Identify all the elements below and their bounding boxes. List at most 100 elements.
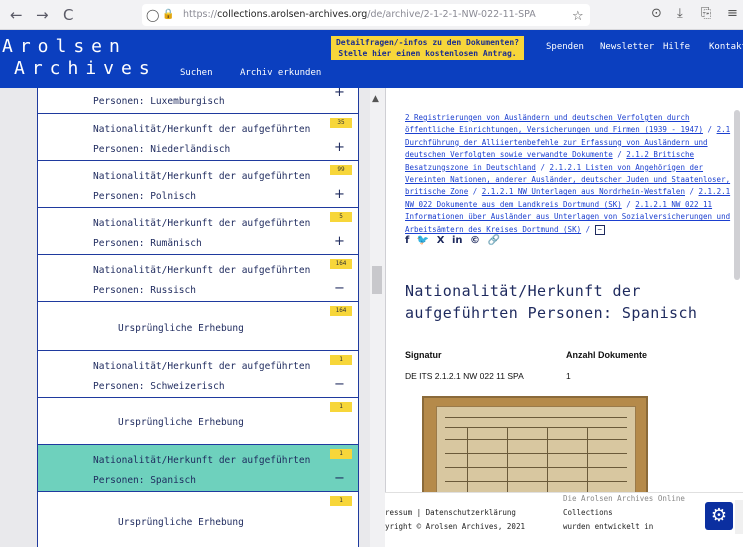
address-bar[interactable]: ◯ 🔒 https://collections.arolsen-archives…: [142, 4, 590, 26]
count-badge: 164: [330, 259, 352, 269]
tree-row-luxemburgisch[interactable]: Personen: Luxemburgisch +: [38, 88, 358, 114]
bookmark-star-icon[interactable]: ☆: [572, 9, 584, 24]
link-spenden[interactable]: Spenden: [546, 42, 584, 52]
archive-tree-panel: Personen: Luxemburgisch + 35 Nationalitä…: [0, 88, 385, 547]
tree-row-label: Personen: Spanisch: [93, 475, 196, 486]
download-icon[interactable]: ⤓: [677, 6, 683, 22]
tree-row-niederlaendisch[interactable]: 35 Nationalität/Herkunft der aufgeführte…: [38, 114, 358, 161]
breadcrumb-sep: /: [581, 224, 595, 234]
signatur-value: DE ITS 2.1.2.1 NW 022 11 SPA: [405, 371, 524, 381]
footer-collections: Collections: [563, 508, 613, 517]
collapse-breadcrumb-icon[interactable]: −: [594, 224, 605, 235]
tree-sub-label: Ursprüngliche Erhebung: [118, 417, 244, 428]
tree-row-label: Personen: Niederländisch: [93, 144, 231, 155]
nav-suchen[interactable]: Suchen: [180, 68, 213, 78]
signatur-label: Signatur: [405, 350, 442, 360]
back-button[interactable]: ←: [10, 6, 23, 24]
notice-line-2: Stelle hier einen kostenlosen Antrag.: [338, 49, 517, 58]
link-kontakt[interactable]: Kontakt: [709, 42, 743, 52]
count-badge: 1: [330, 402, 352, 412]
tree-scrollbar[interactable]: [370, 88, 385, 547]
tree-sub-spanisch-erhebung[interactable]: 1 Ursprüngliche Erhebung: [38, 492, 358, 547]
link-newsletter[interactable]: Newsletter: [600, 42, 654, 52]
tree-sub-label: Ursprüngliche Erhebung: [118, 517, 244, 528]
share-icon[interactable]: ⎘: [701, 6, 711, 22]
footer-impressum-link[interactable]: ressum | Datenschutzerklärung: [385, 507, 516, 519]
breadcrumb-sep: /: [621, 199, 636, 209]
breadcrumb-sep: /: [703, 125, 717, 135]
request-notice[interactable]: Detailfragen/-infos zu den Dokumenten? S…: [331, 36, 524, 60]
tree-row-label: Personen: Luxemburgisch: [93, 96, 225, 107]
tree-row-label: Nationalität/Herkunft der aufgeführten: [93, 218, 311, 229]
count-badge: 35: [330, 118, 352, 128]
tree-row-spanisch[interactable]: 1 Nationalität/Herkunft der aufgeführten…: [38, 445, 358, 492]
tree-sub-russisch-erhebung[interactable]: 164 Ursprüngliche Erhebung: [38, 302, 358, 351]
breadcrumb-sep: /: [535, 162, 550, 172]
nav-archiv-erkunden[interactable]: Archiv erkunden: [240, 68, 321, 78]
archive-tree: Personen: Luxemburgisch + 35 Nationalitä…: [37, 88, 359, 547]
footer-developed: wurden entwickelt in: [563, 522, 654, 531]
collapse-icon[interactable]: −: [334, 378, 345, 392]
count-badge: 99: [330, 165, 352, 175]
scroll-up-icon[interactable]: ▲: [372, 94, 379, 104]
page-title: Nationalität/Herkunft der aufgeführten P…: [405, 282, 698, 322]
footer-copyright: yright © Arolsen Archives, 2021: [385, 522, 525, 531]
social-share-row: f 🐦 X in © 🔗: [405, 235, 500, 246]
tree-row-rumaenisch[interactable]: 5 Nationalität/Herkunft der aufgeführten…: [38, 208, 358, 255]
tree-row-label: Personen: Russisch: [93, 285, 196, 296]
link-hilfe[interactable]: Hilfe: [663, 42, 690, 52]
breadcrumb-sep: /: [468, 187, 482, 197]
forward-button[interactable]: →: [36, 6, 49, 24]
detail-panel: 2 Registrierungen von Ausländern und deu…: [385, 88, 743, 547]
count-badge: 1: [330, 449, 352, 459]
tree-row-label: Nationalität/Herkunft der aufgeführten: [93, 361, 311, 372]
tree-row-label: Personen: Rumänisch: [93, 238, 202, 249]
facebook-icon[interactable]: f: [405, 235, 409, 246]
collapse-icon[interactable]: −: [334, 472, 345, 486]
site-header: Arolsen Archives Suchen Archiv erkunden …: [0, 30, 743, 88]
tree-sub-schweizerisch-erhebung[interactable]: 1 Ursprüngliche Erhebung: [38, 398, 358, 445]
breadcrumb-sep: /: [612, 150, 627, 160]
tree-row-label: Nationalität/Herkunft der aufgeführten: [93, 171, 311, 182]
tree-row-label: Nationalität/Herkunft der aufgeführten: [93, 124, 311, 135]
tree-scroll-thumb[interactable]: [372, 266, 382, 294]
whatsapp-icon[interactable]: ©: [470, 235, 480, 246]
panel-divider: [385, 88, 386, 547]
count-badge: 1: [330, 496, 352, 506]
linkedin-icon[interactable]: in: [452, 235, 463, 246]
tree-row-schweizerisch[interactable]: 1 Nationalität/Herkunft der aufgeführten…: [38, 351, 358, 398]
logo-line-2[interactable]: Archives: [14, 58, 157, 79]
breadcrumb: 2 Registrierungen von Ausländern und deu…: [405, 112, 743, 236]
pocket-icon[interactable]: ⊙: [651, 6, 662, 22]
shield-icon: ◯: [146, 8, 160, 22]
tree-sub-label: Ursprüngliche Erhebung: [118, 323, 244, 334]
count-badge: 164: [330, 306, 352, 316]
anzahl-value: 1: [566, 371, 571, 381]
twitter-icon[interactable]: 🐦: [417, 235, 429, 246]
x-icon[interactable]: X: [437, 235, 445, 246]
count-badge: 5: [330, 212, 352, 222]
breadcrumb-link-1[interactable]: 2 Registrierungen von Ausländern und deu…: [405, 113, 703, 134]
expand-icon[interactable]: +: [334, 88, 345, 100]
logo-line-1[interactable]: Arolsen: [2, 36, 127, 57]
tree-row-label: Personen: Schweizerisch: [93, 381, 225, 392]
tree-row-polnisch[interactable]: 99 Nationalität/Herkunft der aufgeführte…: [38, 161, 358, 208]
anzahl-label: Anzahl Dokumente: [566, 350, 648, 360]
expand-icon[interactable]: +: [334, 188, 345, 202]
url-text: https://collections.arolsen-archives.org…: [183, 9, 536, 20]
notice-line-1: Detailfragen/-infos zu den Dokumenten?: [335, 38, 520, 47]
cookie-settings-gear-icon[interactable]: ⚙: [705, 502, 733, 530]
tree-row-russisch[interactable]: 164 Nationalität/Herkunft der aufgeführt…: [38, 255, 358, 302]
breadcrumb-link-5[interactable]: 2.1.2.1 NW Unterlagen aus Nordrhein-West…: [482, 187, 685, 196]
breadcrumb-sep: /: [684, 187, 699, 197]
footer-collections-intro: Die Arolsen Archives Online: [563, 494, 685, 503]
detail-scrollbar[interactable]: [734, 110, 740, 280]
menu-icon[interactable]: ≡: [727, 6, 738, 22]
reload-button[interactable]: C: [63, 6, 73, 24]
collapse-icon[interactable]: −: [334, 282, 345, 296]
expand-icon[interactable]: +: [334, 141, 345, 155]
copy-link-icon[interactable]: 🔗: [488, 235, 500, 246]
browser-toolbar: ← → C ◯ 🔒 https://collections.arolsen-ar…: [0, 0, 743, 30]
expand-icon[interactable]: +: [334, 235, 345, 249]
side-badge: [735, 500, 743, 534]
